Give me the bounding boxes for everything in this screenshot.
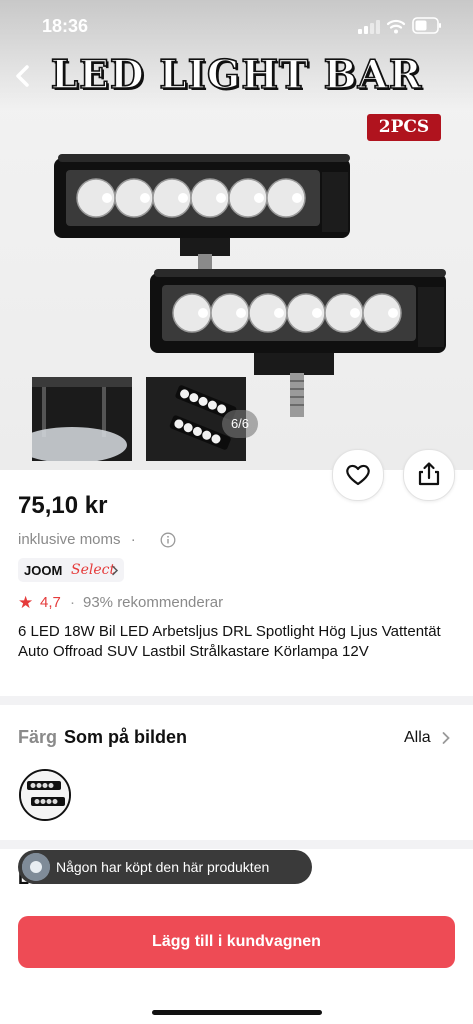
- product-price: 75,10 kr: [18, 492, 108, 519]
- purchase-toast: Någon har köpt den här produkten: [18, 850, 312, 884]
- color-swatch-selected[interactable]: [19, 769, 71, 821]
- tax-separator: ·: [130, 531, 136, 548]
- color-value: Som på bilden: [64, 727, 188, 747]
- wifi-icon: [386, 19, 406, 34]
- share-icon: [418, 462, 440, 486]
- star-icon: ★: [18, 593, 34, 612]
- user-avatar-icon: [22, 853, 50, 881]
- swatch-image: [21, 771, 69, 819]
- chevron-right-icon: [112, 565, 119, 576]
- image-counter: 6/6: [222, 410, 258, 438]
- all-colors-link[interactable]: Alla: [400, 726, 456, 750]
- cellular-signal-icon: [358, 20, 380, 34]
- toast-text: Någon har köpt den här produkten: [56, 859, 270, 875]
- joom-brand: JOOM: [24, 563, 63, 578]
- rating-separator: ·: [70, 594, 75, 611]
- heart-icon: [346, 464, 370, 486]
- led-bar-image-top: [54, 154, 350, 270]
- add-to-cart-button[interactable]: Lägg till i kundvagnen: [18, 916, 455, 968]
- status-time: 18:36: [42, 16, 89, 36]
- color-label: Färg: [18, 727, 58, 747]
- product-title: 6 LED 18W Bil LED Arbetsljus DRL Spotlig…: [18, 623, 441, 660]
- favorite-button[interactable]: [332, 449, 384, 501]
- info-icon[interactable]: [160, 532, 176, 548]
- home-indicator: [152, 1010, 322, 1015]
- chevron-right-icon: [442, 732, 450, 744]
- product-gallery[interactable]: LED LIGHT BAR 2PCS 6/6: [0, 0, 473, 470]
- banner-title: LED LIGHT BAR: [50, 51, 423, 99]
- gallery-thumbnail-garage[interactable]: [32, 377, 132, 461]
- battery-icon: [412, 17, 441, 34]
- avatar: [22, 853, 50, 881]
- rating-value: 4,7: [40, 594, 61, 611]
- tax-note-text: inklusive moms: [18, 531, 121, 548]
- section-divider: [0, 696, 473, 705]
- share-button[interactable]: [403, 449, 455, 501]
- recommend-text: 93% rekommenderar: [83, 594, 224, 611]
- banner-badge: 2PCS: [367, 114, 441, 141]
- tax-note: inklusive moms ·: [18, 531, 142, 548]
- all-colors-label: Alla: [404, 729, 431, 746]
- thumbnail-image: [32, 377, 132, 461]
- joom-select-badge[interactable]: JOOM Select: [18, 558, 124, 582]
- section-divider: [0, 840, 473, 849]
- joom-select-label: Select: [71, 562, 116, 578]
